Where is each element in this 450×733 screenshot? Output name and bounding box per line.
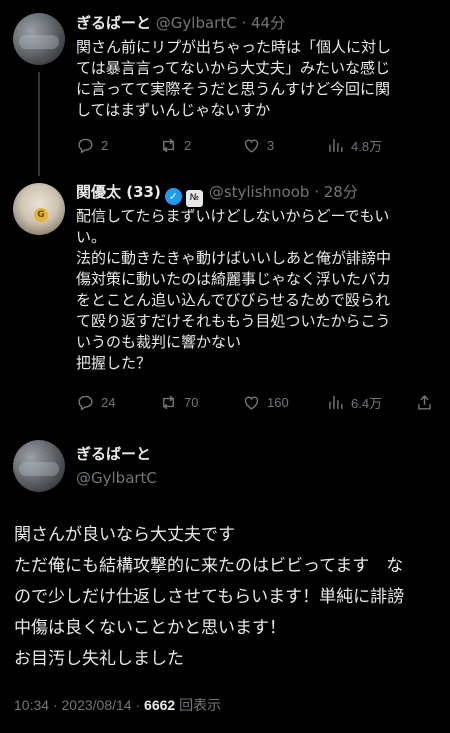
view-count: 4.8万 xyxy=(351,138,383,154)
heart-icon xyxy=(244,139,259,153)
tweet-header: ぎるばーと @GylbartC · 44分 xyxy=(76,13,285,33)
timestamp[interactable]: 44分 xyxy=(251,14,285,32)
views-chart-icon xyxy=(329,395,343,409)
views-button[interactable]: 6.4万 xyxy=(326,392,382,412)
reply-count: 2 xyxy=(101,137,109,153)
views-chart-icon xyxy=(329,138,343,152)
timestamp[interactable]: 28分 xyxy=(324,183,358,201)
post-date[interactable]: 2023/08/14 xyxy=(62,697,132,713)
main-handle: @GylbartC xyxy=(76,468,157,488)
display-name[interactable]: 関優太 (33) xyxy=(76,183,161,201)
reply-button[interactable]: 24 xyxy=(76,392,115,412)
share-icon xyxy=(418,394,431,410)
retweet-count: 70 xyxy=(184,394,199,410)
tweet-meta-footer: 10:34 · 2023/08/14 · 6662 回表示 xyxy=(14,695,221,715)
display-name[interactable]: ぎるばーと xyxy=(76,14,151,32)
retweet-icon xyxy=(163,138,174,152)
handle[interactable]: @GylbartC xyxy=(156,14,237,32)
reply-icon xyxy=(78,395,93,410)
share-button[interactable] xyxy=(415,392,434,412)
main-display-name: ぎるばーと xyxy=(76,444,151,464)
separator: · xyxy=(49,697,62,713)
handle[interactable]: @GylbartC xyxy=(76,469,157,487)
like-button[interactable]: 160 xyxy=(242,392,289,412)
avatar[interactable] xyxy=(13,440,65,492)
thread-line xyxy=(38,72,40,176)
heart-icon xyxy=(244,396,259,410)
reply-button[interactable]: 2 xyxy=(76,135,108,155)
retweet-button[interactable]: 70 xyxy=(159,392,198,412)
tweet-text: 関さんが良いなら大丈夫です ただ俺にも結構攻撃的に来たのはビビってます な ので… xyxy=(14,525,405,669)
view-count: 6.4万 xyxy=(351,395,383,411)
tweet-text: 配信してたらまずいけどしないからどーでもい い。 法的に動きたきゃ動けばいいしあ… xyxy=(76,207,392,372)
retweet-button[interactable]: 2 xyxy=(159,135,191,155)
separator: · xyxy=(309,183,324,201)
tweet-text: 関さん前にリプが出ちゃった時は「個人に対し ては暴言言ってないから大丈夫」みたい… xyxy=(76,38,392,119)
like-button[interactable]: 3 xyxy=(242,135,274,155)
affiliate-badge-icon[interactable]: № xyxy=(185,190,203,207)
separator: · xyxy=(131,697,145,713)
separator: · xyxy=(236,14,252,32)
avatar[interactable]: G xyxy=(13,183,65,235)
display-name[interactable]: ぎるばーと xyxy=(76,445,151,463)
handle[interactable]: @stylishnoob xyxy=(209,183,310,201)
retweet-count: 2 xyxy=(184,137,192,153)
tweet-header: 関優太 (33) ✓ № @stylishnoob · 28分 xyxy=(76,182,358,207)
retweet-icon xyxy=(163,395,174,409)
avatar-coin-icon: G xyxy=(34,208,48,222)
avatar[interactable] xyxy=(13,13,65,65)
reply-icon xyxy=(78,138,93,153)
like-count: 3 xyxy=(267,137,275,153)
post-time[interactable]: 10:34 xyxy=(14,697,49,713)
views-count: 6662 xyxy=(144,697,176,713)
views-button[interactable]: 4.8万 xyxy=(326,135,382,155)
reply-count: 24 xyxy=(101,394,116,410)
views-label: 回表示 xyxy=(179,697,222,713)
verified-badge-icon: ✓ xyxy=(164,188,182,205)
like-count: 160 xyxy=(267,394,289,410)
